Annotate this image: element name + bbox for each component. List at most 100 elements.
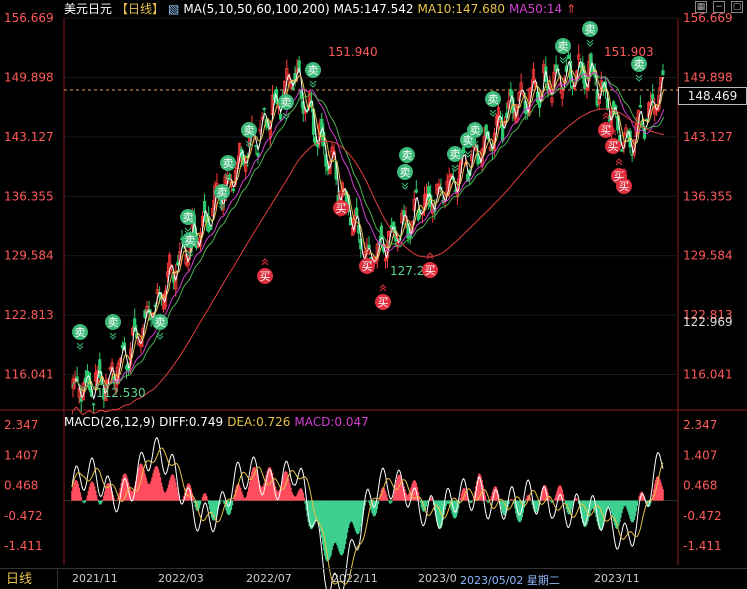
high-annotation-1: 151.940 (328, 45, 378, 59)
sell-arrow-icon (156, 332, 164, 340)
price-tick-left: 116.041 (4, 368, 54, 382)
sell-arrow-icon (309, 80, 317, 88)
period-button[interactable]: 日线 (0, 569, 58, 589)
bottom-bar: 日线 2021/11 2022/03 2022/07 2022/11 2023/… (0, 568, 747, 589)
price-tick-right: 129.584 (683, 249, 733, 263)
sell-signal-label: 卖 (470, 124, 481, 137)
macd-tick-left: 2.347 (4, 418, 38, 432)
price-tick-right: 136.355 (683, 189, 733, 203)
buy-signal-label: 买 (425, 264, 436, 277)
ma50-value: MA50:14 (509, 2, 563, 16)
candle-body (661, 70, 665, 76)
sell-signal-label: 卖 (402, 149, 413, 162)
price-tick-left: 129.584 (4, 249, 54, 263)
candle-body (620, 149, 624, 152)
price-tick-right: 156.669 (683, 11, 733, 25)
macd-tick-left: -0.472 (4, 509, 43, 523)
price-tick-left: 149.898 (4, 70, 54, 84)
candle-body (209, 226, 213, 231)
grid-icon[interactable]: ▦ (695, 1, 707, 13)
restore-icon[interactable]: ▢ (731, 1, 743, 13)
candle-body (642, 128, 647, 139)
macd-tick-right: -1.411 (683, 539, 722, 553)
price-tick-right: 143.127 (683, 130, 733, 144)
low-annotation-1: 112.530 (96, 386, 146, 400)
buy-signal-label: 买 (362, 260, 373, 273)
buy-signal-label: 买 (619, 180, 630, 193)
macd-tick-left: 1.407 (4, 448, 38, 462)
sell-signal-label: 卖 (108, 316, 119, 329)
buy-arrow-icon (615, 158, 623, 166)
ma-icon: ▧ (168, 2, 180, 16)
x-label: 2023/0 (418, 572, 457, 585)
candle-body (256, 152, 260, 157)
price-tick-left: 122.813 (4, 308, 54, 322)
candle-body (414, 189, 418, 193)
candle-body (355, 207, 359, 216)
sell-signal-label: 卖 (281, 96, 292, 109)
dea-line (71, 447, 664, 585)
x-label-cursor: 2023/05/02 星期二 (460, 574, 560, 587)
macd-histogram (71, 463, 664, 562)
candle-body (651, 93, 655, 100)
x-label: 2023/11 (594, 572, 640, 585)
sell-signal-label: 卖 (217, 186, 228, 199)
macd-value: MACD:0.047 (294, 415, 369, 429)
x-label: 2022/03 (158, 572, 204, 585)
price-tick-right: 116.041 (683, 368, 733, 382)
sell-arrow-icon (109, 332, 117, 340)
candle-body (91, 403, 96, 406)
sell-arrow-icon (76, 342, 84, 350)
sell-signal-label: 卖 (75, 326, 86, 339)
minimize-icon[interactable]: − (713, 1, 725, 13)
chart-canvas[interactable]: 156.669 156.669 149.898 149.898 143.127 143.1… (0, 0, 747, 589)
window-buttons: ▦ − ▢ (695, 1, 743, 13)
diff-value: DIFF:0.749 (159, 415, 224, 429)
sell-signal-label: 卖 (155, 316, 166, 329)
macd-tick-right: 0.468 (683, 479, 717, 493)
macd-header: MACD(26,12,9) DIFF:0.749 DEA:0.726 MACD:0.0… (64, 413, 373, 431)
macd-tick-right: 2.347 (683, 418, 717, 432)
low-annotation-2: 127.2 (390, 264, 424, 278)
buy-signal-label: 买 (608, 140, 619, 153)
candle-body (638, 105, 642, 108)
sell-signal-label: 卖 (400, 166, 411, 179)
ma-params: MA(5,10,50,60,100,200) (183, 2, 330, 16)
candle-body (262, 107, 266, 110)
sell-signal-label: 卖 (558, 40, 569, 53)
diff-line (71, 437, 664, 589)
chart-header: 美元日元 【日线】 ▧ MA(5,10,50,60,100,200) MA5:147.5… (64, 0, 580, 18)
buy-arrow-icon (379, 284, 387, 292)
sell-arrow-icon (489, 109, 497, 117)
price-tick-left: 143.127 (4, 130, 54, 144)
ma10-value: MA10:147.680 (417, 2, 506, 16)
candle-body (98, 359, 102, 378)
chart-window: { "header": { "symbol": "美元日元", "period_… (0, 0, 747, 589)
x-label: 2022/07 (246, 572, 292, 585)
sell-signal-label: 卖 (244, 124, 255, 137)
sell-signal-label: 卖 (185, 234, 196, 247)
period-tag: 【日线】 (116, 2, 165, 16)
high-annotation-2: 151.903 (604, 45, 654, 59)
candles-group (71, 44, 665, 413)
candle-body (279, 113, 283, 120)
sell-signal-label: 卖 (183, 211, 194, 224)
buy-arrow-icon (602, 112, 610, 120)
macd-tick-right: 1.407 (683, 448, 717, 462)
buy-signal-label: 买 (601, 124, 612, 137)
sell-arrow-icon (401, 182, 409, 190)
sell-arrow-icon (586, 39, 594, 47)
buy-signal-label: 买 (260, 270, 271, 283)
macd-label: MACD(26,12,9) (64, 415, 156, 429)
x-label: 2021/11 (72, 572, 118, 585)
sell-signal-label: 卖 (634, 58, 645, 71)
sell-arrow-icon (559, 56, 567, 64)
candle-body (231, 188, 235, 192)
up-arrow-icon: ⇑ (566, 2, 577, 16)
macd-tick-left: -1.411 (4, 539, 43, 553)
buy-signal-label: 买 (336, 202, 347, 215)
candle-body (509, 89, 513, 97)
dea-value: DEA:0.726 (227, 415, 291, 429)
sell-signal-label: 卖 (223, 157, 234, 170)
sell-signal-label: 卖 (488, 93, 499, 106)
